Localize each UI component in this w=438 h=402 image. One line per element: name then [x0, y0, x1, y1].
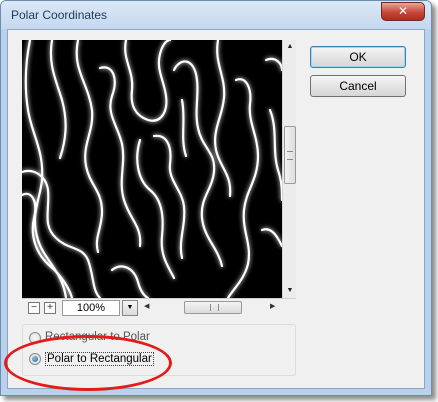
- zoom-out-button[interactable]: −: [28, 302, 40, 314]
- red-highlight-ellipse: [4, 335, 172, 391]
- title-bar[interactable]: Polar Coordinates ✕: [1, 1, 431, 29]
- scroll-left-arrow-icon[interactable]: ◀: [144, 302, 149, 310]
- close-button[interactable]: ✕: [381, 2, 425, 21]
- close-icon: ✕: [397, 4, 409, 18]
- scroll-up-arrow-icon[interactable]: ▲: [283, 40, 297, 54]
- zoom-dropdown-button[interactable]: ▼: [122, 300, 138, 316]
- zoom-level-field[interactable]: 100%: [62, 300, 120, 316]
- window-title: Polar Coordinates: [11, 8, 108, 22]
- chevron-down-icon: ▼: [126, 304, 134, 311]
- preview-vertical-scrollbar[interactable]: ▲ ▼: [282, 40, 296, 298]
- preview-zoom-bar: − + 100% ▼ ◀ ▶: [22, 298, 296, 316]
- vertical-scroll-thumb[interactable]: [284, 126, 296, 184]
- zoom-in-button[interactable]: +: [44, 302, 56, 314]
- horizontal-scroll-thumb[interactable]: [184, 301, 242, 314]
- scroll-down-arrow-icon[interactable]: ▼: [283, 284, 297, 298]
- filter-preview[interactable]: [22, 40, 282, 298]
- preview-image: [22, 40, 282, 298]
- cancel-button[interactable]: Cancel: [310, 75, 406, 97]
- ok-button[interactable]: OK: [310, 46, 406, 68]
- scroll-right-arrow-icon[interactable]: ▶: [270, 302, 275, 310]
